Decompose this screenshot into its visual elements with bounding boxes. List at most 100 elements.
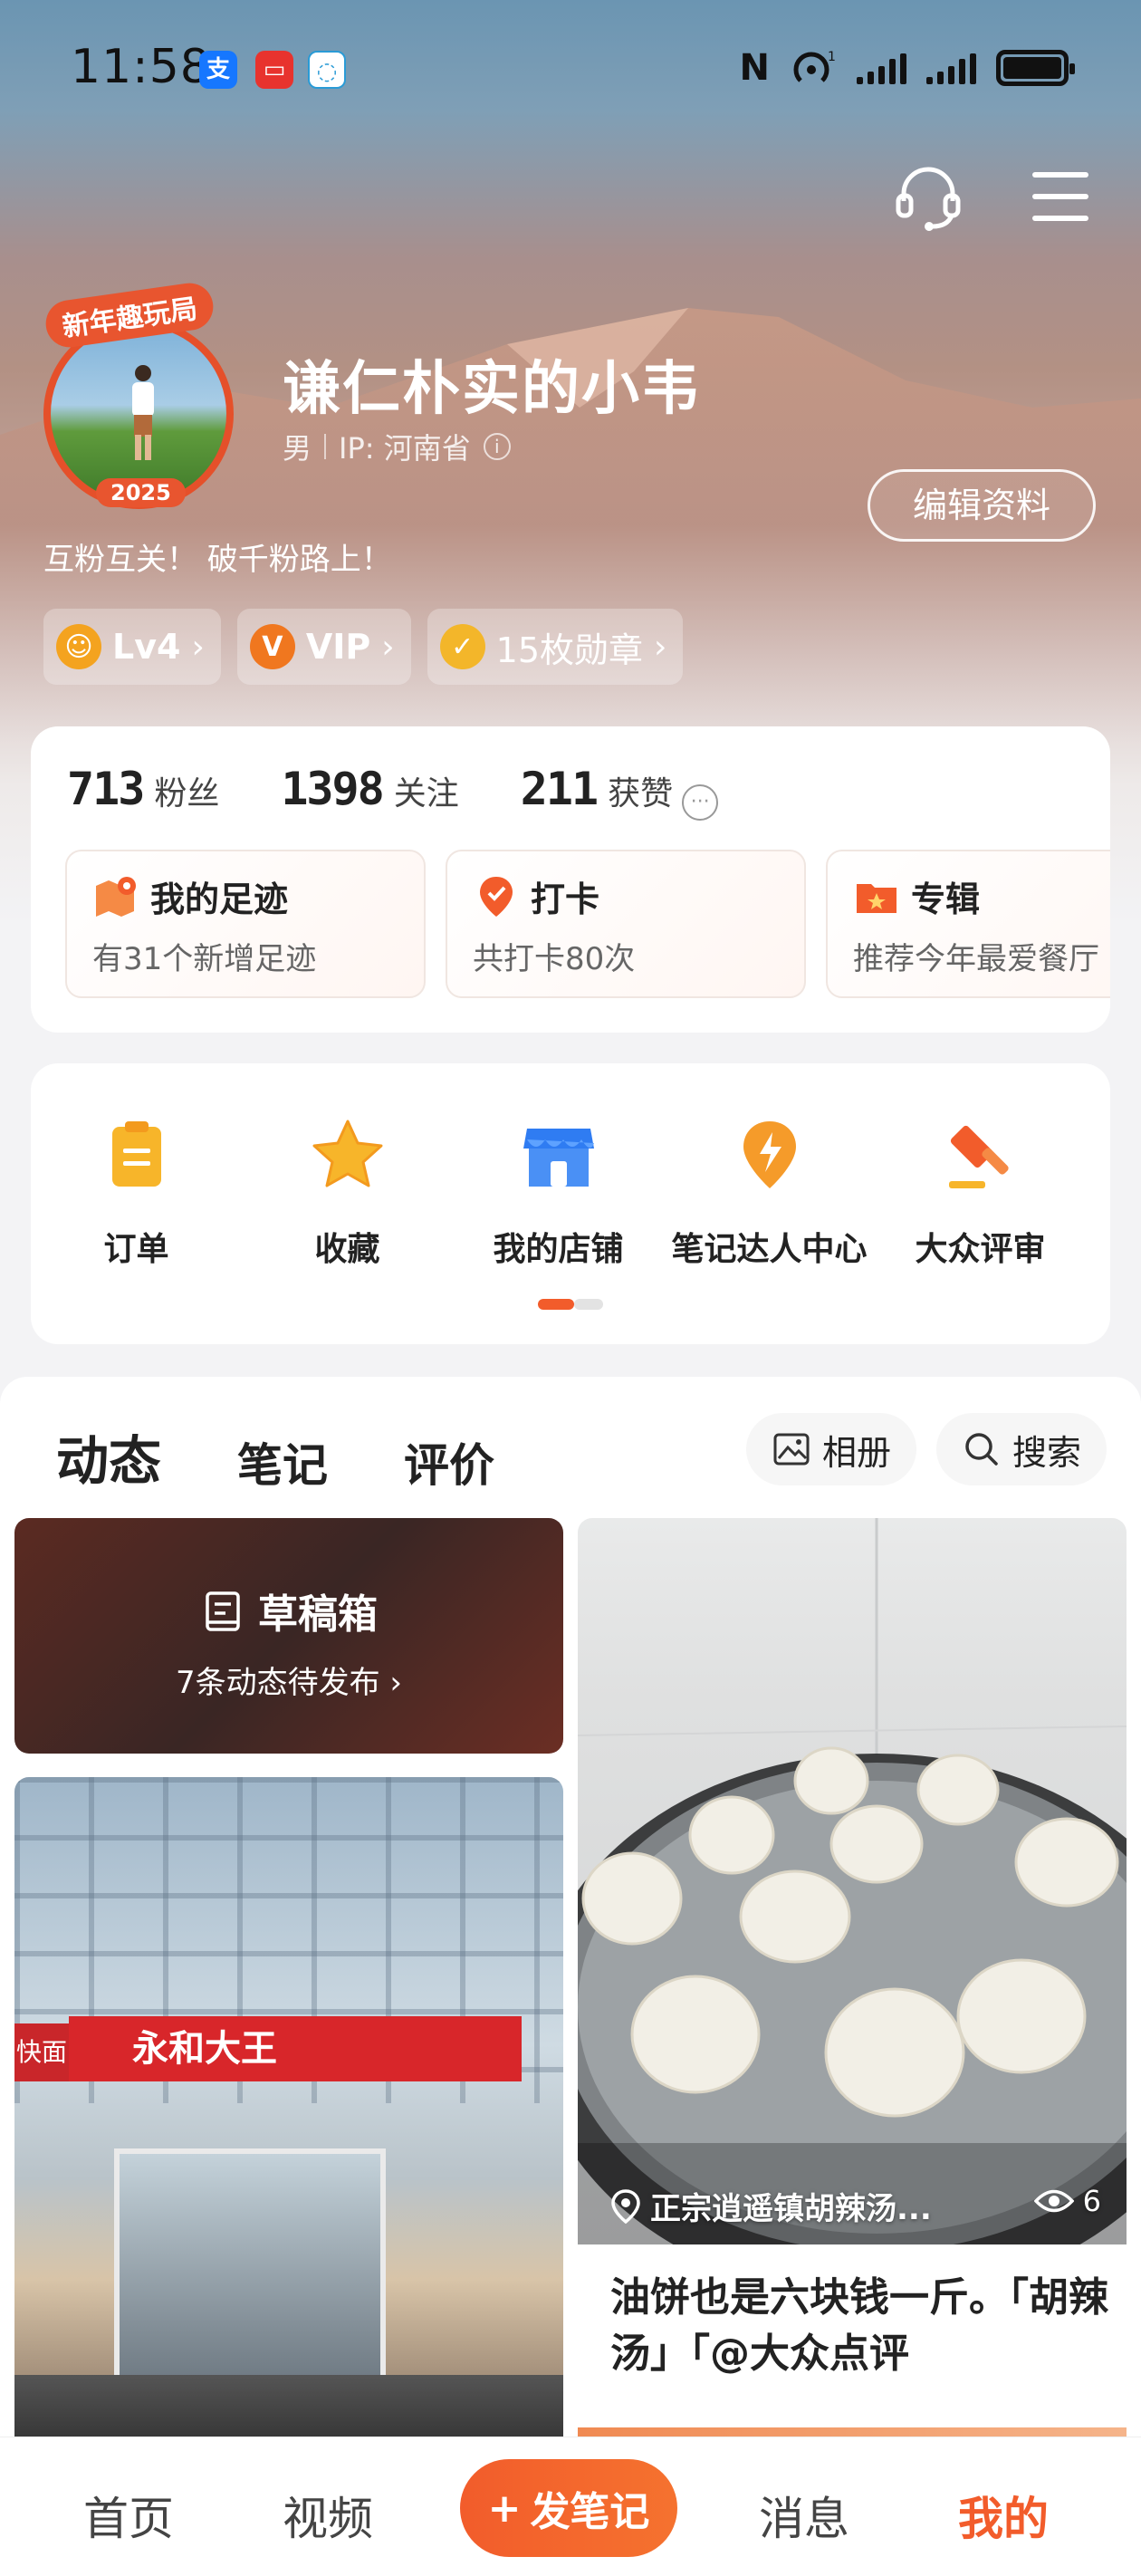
divider xyxy=(324,434,327,459)
shortcut-orders[interactable]: 订单 xyxy=(31,1114,242,1270)
status-indicators: N 1 xyxy=(739,47,1075,89)
feed-actions: 相册 搜索 xyxy=(745,1413,1107,1485)
stats-card: 713 粉丝 1398 关注 211 获赞 ··· 我的足迹 有31个新增足迹 xyxy=(31,726,1110,1033)
nav-messages[interactable]: 消息 xyxy=(759,2483,849,2548)
store-icon xyxy=(523,1129,594,1187)
shortcut-favorites[interactable]: 收藏 xyxy=(242,1114,453,1270)
fans-count: 713 xyxy=(67,763,145,815)
likes-stat[interactable]: 211 获赞 ··· xyxy=(520,763,719,821)
album-card[interactable]: 专辑 推荐今年最爱餐厅 xyxy=(826,850,1110,998)
feed-post-store-photo[interactable]: 快面 永和大王 xyxy=(14,1777,563,2447)
search-label: 搜索 xyxy=(1012,1432,1081,1473)
signal-icon-2 xyxy=(926,52,976,84)
page-dot-active xyxy=(538,1299,574,1310)
checkin-title: 打卡 xyxy=(531,879,600,919)
fans-stat[interactable]: 713 粉丝 xyxy=(67,763,219,815)
alipay-icon: 支 xyxy=(199,51,237,89)
following-label: 关注 xyxy=(393,775,459,812)
medal-icon: ✓ xyxy=(439,624,485,669)
medal-chip[interactable]: ✓ 15枚勋章 › xyxy=(427,609,684,685)
tab-reviews[interactable]: 评价 xyxy=(404,1429,494,1495)
nav-home[interactable]: 首页 xyxy=(83,2483,174,2548)
avatar-year-badge: 2025 xyxy=(96,478,186,507)
page-dot xyxy=(574,1299,603,1310)
footprint-subtitle: 有31个新增足迹 xyxy=(92,941,317,977)
store-sign: 永和大王 xyxy=(69,2016,522,2081)
album-subtitle: 推荐今年最爱餐厅 xyxy=(853,941,1099,977)
signal-icon-1 xyxy=(857,52,906,84)
level-chip[interactable]: ☺ Lv4 › xyxy=(43,609,221,685)
more-icon[interactable]: ··· xyxy=(682,783,719,821)
checkin-card[interactable]: 打卡 共打卡80次 xyxy=(446,850,806,998)
level-icon: ☺ xyxy=(56,624,101,669)
avatar[interactable]: 新年趣玩局 2025 xyxy=(36,280,244,518)
lightning-icon xyxy=(743,1121,796,1188)
shortcut-creator-center[interactable]: 笔记达人中心 xyxy=(664,1114,875,1270)
side-shop-sign: 快面 xyxy=(14,2023,69,2081)
shortcut-public-review[interactable]: 大众评审 xyxy=(875,1114,1086,1270)
customer-service-icon[interactable] xyxy=(893,161,964,232)
mini-cards-row: 我的足迹 有31个新增足迹 打卡 共打卡80次 专辑 推荐今年最爱餐厅 xyxy=(65,850,1110,998)
image-icon xyxy=(773,1433,810,1466)
plus-icon: + xyxy=(487,2485,522,2532)
footprint-map-icon xyxy=(96,876,136,917)
shortcuts-row: 订单 收藏 我的店铺 笔记达人中心 大众评审 xyxy=(31,1114,1110,1270)
checkin-pin-icon xyxy=(480,876,513,917)
drafts-subtitle: 7条动态待发布 xyxy=(175,1665,380,1701)
post-views: 6 xyxy=(1033,2184,1101,2218)
profile-meta: 男 IP: 河南省 i xyxy=(283,426,511,467)
drafts-card[interactable]: 草稿箱 7条动态待发布 › xyxy=(14,1518,563,1754)
medal-label: 15枚勋章 xyxy=(495,630,644,670)
vip-icon: V xyxy=(249,624,295,669)
star-icon xyxy=(312,1120,382,1187)
location-pin-icon xyxy=(611,2188,640,2224)
tab-notes[interactable]: 笔记 xyxy=(237,1429,328,1495)
store-entrance xyxy=(114,2148,386,2393)
fans-label: 粉丝 xyxy=(154,775,220,812)
vip-label: VIP xyxy=(305,627,371,667)
shortcut-label: 订单 xyxy=(103,1231,169,1268)
red-app-icon: ▭ xyxy=(255,51,293,89)
post-location[interactable]: 正宗逍遥镇胡辣汤... xyxy=(610,2184,932,2228)
chevron-right-icon: › xyxy=(654,628,667,666)
feed-post-card[interactable]: 正宗逍遥镇胡辣汤... 6 油饼也是六块钱一斤。「胡辣汤」「@大众点评 xyxy=(578,1518,1127,2446)
profile-bio: 互粉互关！ 破千粉路上！ xyxy=(43,542,392,578)
gavel-icon xyxy=(948,1125,1009,1188)
gender-label: 男 xyxy=(283,431,312,466)
order-icon xyxy=(111,1121,161,1187)
album-button[interactable]: 相册 xyxy=(745,1413,916,1485)
tab-moments[interactable]: 动态 xyxy=(56,1418,162,1495)
username: 谦仁朴实的小韦 xyxy=(283,356,701,423)
search-button[interactable]: 搜索 xyxy=(935,1413,1107,1485)
shortcuts-card: 订单 收藏 我的店铺 笔记达人中心 大众评审 xyxy=(31,1063,1110,1344)
shortcut-label: 收藏 xyxy=(314,1231,380,1268)
search-icon xyxy=(965,1433,998,1466)
shortcut-my-store[interactable]: 我的店铺 xyxy=(453,1114,664,1270)
vip-chip[interactable]: V VIP › xyxy=(236,609,411,685)
battery-icon xyxy=(996,50,1075,86)
following-stat[interactable]: 1398 关注 xyxy=(281,763,458,815)
info-icon[interactable]: i xyxy=(483,433,511,460)
nav-video[interactable]: 视频 xyxy=(283,2483,373,2548)
menu-icon[interactable] xyxy=(1025,161,1096,232)
status-time: 11:58 xyxy=(71,40,211,94)
footprint-card[interactable]: 我的足迹 有31个新增足迹 xyxy=(65,850,426,998)
likes-count: 211 xyxy=(520,763,599,815)
shortcut-label: 大众评审 xyxy=(915,1231,1046,1268)
ip-location: IP: 河南省 xyxy=(339,431,471,466)
shortcut-label: 我的店铺 xyxy=(493,1231,624,1268)
likes-label: 获赞 xyxy=(608,775,674,812)
edit-profile-button[interactable]: 编辑资料 xyxy=(868,469,1096,542)
avatar-person-figure xyxy=(132,365,154,460)
album-folder-icon xyxy=(857,883,896,913)
post-note-button[interactable]: + 发笔记 xyxy=(460,2459,677,2557)
following-count: 1398 xyxy=(281,763,384,815)
svg-text:1: 1 xyxy=(828,50,836,64)
nfc-icon: N xyxy=(739,47,770,89)
stats-row: 713 粉丝 1398 关注 211 获赞 ··· xyxy=(67,763,780,821)
drafts-title: 草稿箱 xyxy=(258,1591,378,1638)
post-location-text: 正宗逍遥镇胡辣汤... xyxy=(650,2191,932,2227)
nav-mine[interactable]: 我的 xyxy=(958,2483,1049,2548)
post-photo-buns xyxy=(578,1518,1127,2244)
post-caption[interactable]: 油饼也是六块钱一斤。「胡辣汤」「@大众点评 xyxy=(610,2270,1117,2382)
